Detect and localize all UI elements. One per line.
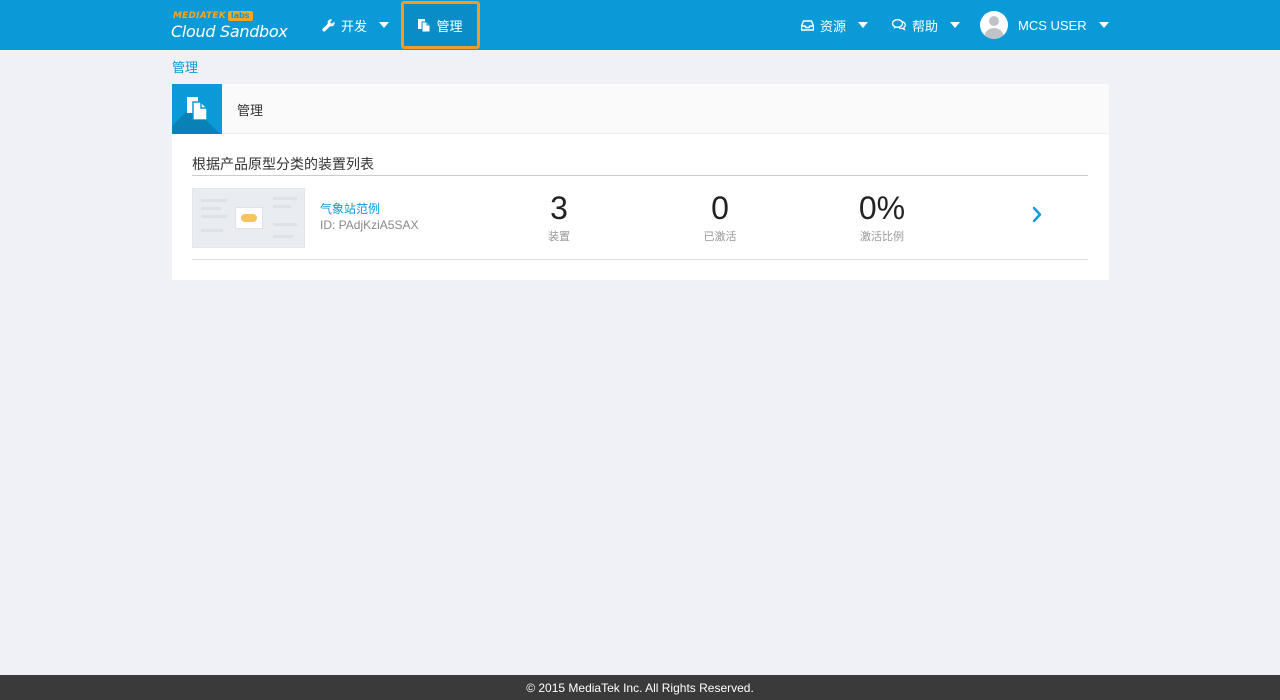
prototype-row[interactable]: 气象站范例 ID: PAdjKziA5SAX 3 装置 0 已激活 0% 激活比… (192, 188, 1088, 248)
copy-document-icon (418, 18, 431, 32)
nav-help-label: 帮助 (912, 19, 939, 35)
nav-help-menu[interactable]: 帮助 (892, 0, 961, 50)
nav-develop-label: 开发 (341, 19, 368, 35)
stat-activation-rate: 0% 激活比例 (822, 188, 942, 244)
manage-document-icon (172, 84, 222, 134)
brand-top: MEDIATEK labs (173, 11, 253, 21)
divider (192, 175, 1088, 176)
avatar (980, 11, 1008, 39)
stat-activated-value: 0 (711, 190, 729, 226)
chat-bubbles-icon (892, 19, 906, 31)
stat-devices-label: 装置 (548, 230, 570, 243)
brand-labs-badge: labs (227, 11, 253, 21)
stat-activated-label: 已激活 (703, 230, 737, 243)
top-navbar: MEDIATEK labs Cloud Sandbox 开发 管理 资源 帮助 (0, 0, 1280, 50)
footer-copyright: © 2015 MediaTek Inc. All Rights Reserved… (0, 675, 1280, 700)
panel-header: 管理 (172, 84, 1109, 134)
manage-panel: 管理 根据产品原型分类的装置列表 气象站范例 ID: PAdjKziA5SAX … (172, 84, 1109, 280)
brand-name: Cloud Sandbox (171, 22, 288, 41)
brand-mediatek-text: MEDIATEK (173, 11, 226, 21)
prototype-id: ID: PAdjKziA5SAX (320, 218, 419, 232)
nav-resources-menu[interactable]: 资源 (801, 0, 869, 50)
brand-logo[interactable]: MEDIATEK labs Cloud Sandbox (171, 8, 301, 44)
user-name: MCS USER (1018, 17, 1087, 33)
prototype-name-link[interactable]: 气象站范例 (320, 200, 380, 217)
stat-devices-value: 3 (550, 190, 568, 226)
divider (192, 259, 1088, 260)
caret-down-icon (950, 22, 961, 28)
nav-manage-button[interactable]: 管理 (401, 1, 480, 49)
prototype-thumbnail[interactable] (192, 188, 305, 248)
stat-devices: 3 装置 (499, 188, 619, 244)
panel-title: 管理 (237, 104, 264, 119)
caret-down-icon (1098, 22, 1109, 28)
nav-user-menu[interactable]: MCS USER (980, 0, 1109, 50)
nav-develop-menu[interactable]: 开发 (322, 0, 390, 50)
section-title: 根据产品原型分类的装置列表 (192, 157, 374, 173)
inbox-icon (801, 19, 814, 31)
cloud-icon (241, 214, 257, 222)
stat-activated: 0 已激活 (660, 188, 780, 244)
wrench-icon (322, 18, 335, 32)
nav-resources-label: 资源 (820, 19, 847, 35)
breadcrumb[interactable]: 管理 (172, 57, 198, 76)
nav-manage-label: 管理 (436, 19, 463, 35)
caret-down-icon (379, 22, 390, 28)
chevron-right-icon[interactable] (1032, 206, 1042, 227)
caret-down-icon (858, 22, 869, 28)
stat-activation-rate-label: 激活比例 (860, 230, 904, 243)
stat-activation-rate-value: 0% (858, 190, 906, 226)
